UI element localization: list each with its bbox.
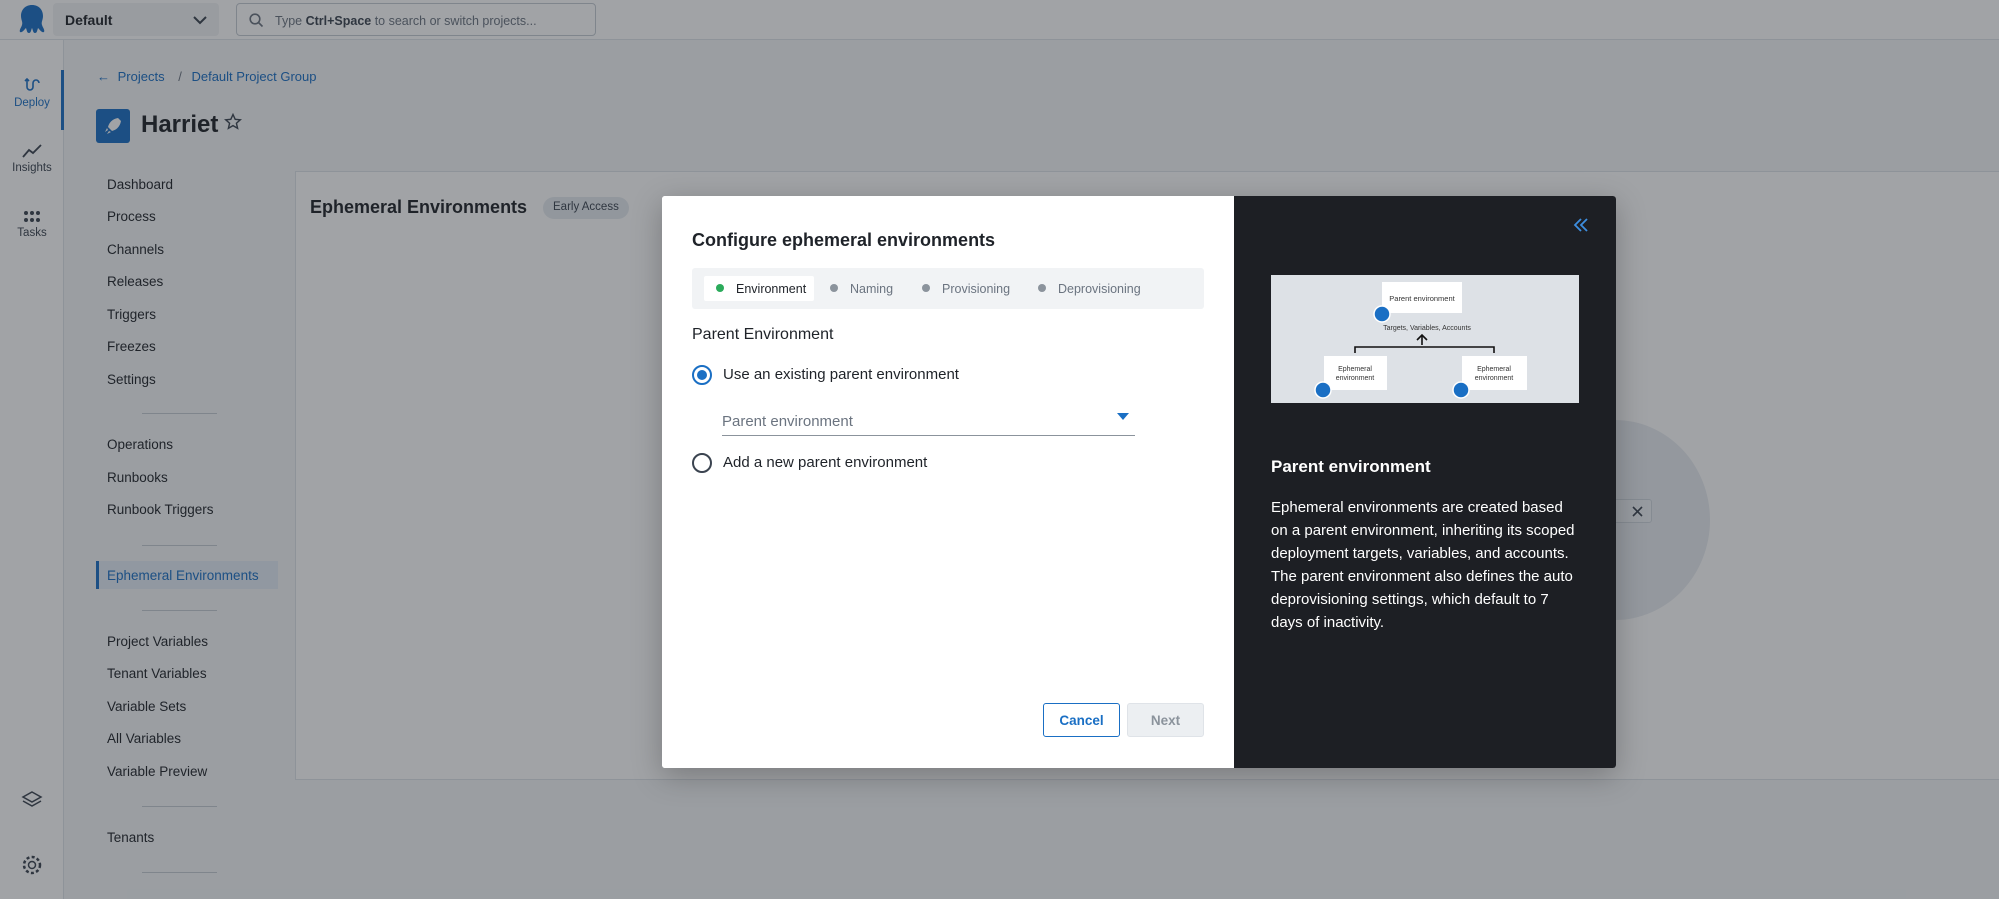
illustration-child-line2: environment (1336, 375, 1375, 382)
step-label: Naming (850, 282, 894, 296)
dialog-form: Configure ephemeral environments Environ… (662, 196, 1234, 768)
step-deprovisioning[interactable]: Deprovisioning (1026, 276, 1149, 301)
step-label: Environment (736, 282, 807, 296)
radio-existing-label: Use an existing parent environment (723, 366, 959, 383)
parent-environment-label: Parent Environment (692, 326, 834, 343)
illustration-child-line1: Ephemeral (1477, 366, 1511, 373)
radio-new-label: Add a new parent environment (723, 454, 928, 471)
illustration-parent-label: Parent environment (1389, 294, 1455, 303)
cancel-button[interactable]: Cancel (1043, 703, 1120, 737)
wizard-stepper: Environment Naming Provisioning Deprovis… (692, 268, 1204, 309)
illustration-links-label: Targets, Variables, Accounts (1383, 325, 1471, 332)
help-body: Ephemeral environments are created based… (1271, 499, 1575, 631)
step-status-dot (1038, 284, 1046, 292)
next-button[interactable]: Next (1127, 703, 1204, 737)
radio-button-unchecked[interactable] (692, 453, 712, 473)
parent-environment-placeholder: Parent environment (722, 413, 853, 430)
step-status-dot (716, 284, 724, 292)
parent-environment-select[interactable]: Parent environment (722, 406, 1135, 436)
dialog-title: Configure ephemeral environments (692, 230, 996, 250)
parent-environment-illustration: Parent environment Targets, Variables, A… (1271, 275, 1579, 403)
dropdown-caret-icon (1117, 413, 1129, 420)
step-provisioning[interactable]: Provisioning (910, 276, 1018, 301)
illustration-child-line2: environment (1475, 375, 1514, 382)
step-label: Deprovisioning (1058, 282, 1141, 296)
illustration-child-line1: Ephemeral (1338, 366, 1372, 373)
help-side-panel: Parent environment Targets, Variables, A… (1234, 196, 1616, 768)
step-label: Provisioning (942, 282, 1011, 296)
help-title: Parent environment (1271, 457, 1431, 476)
step-naming[interactable]: Naming (818, 276, 901, 301)
step-environment[interactable]: Environment (704, 276, 815, 301)
step-status-dot (922, 284, 930, 292)
step-status-dot (830, 284, 838, 292)
radio-button-checked[interactable] (692, 365, 712, 385)
collapse-double-chevron-icon[interactable] (1572, 216, 1590, 234)
configure-dialog: Configure ephemeral environments Environ… (662, 196, 1616, 768)
